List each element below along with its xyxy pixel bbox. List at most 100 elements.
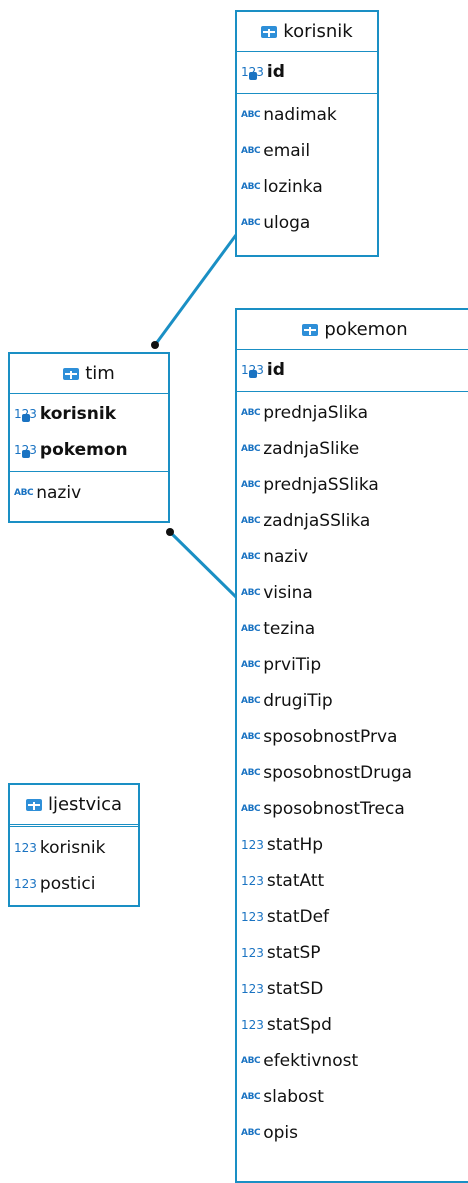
column-row[interactable]: ABC uloga (237, 205, 377, 241)
column-name: nadimak (263, 105, 337, 125)
key-number-type-icon: 123 (241, 363, 264, 378)
column-row[interactable]: ABC tezina (237, 611, 468, 647)
column-row[interactable]: 123 statAtt (237, 863, 468, 899)
column-name: statSpd (266, 1015, 332, 1035)
column-name: opis (263, 1123, 299, 1143)
columns-section: 123 korisnik 123 postici (10, 827, 138, 902)
column-row[interactable]: 123 statDef (237, 899, 468, 935)
column-row[interactable]: ABC naziv (237, 539, 468, 575)
column-name: email (263, 141, 311, 161)
column-row[interactable]: ABC visina (237, 575, 468, 611)
text-type-icon: ABC (241, 516, 261, 526)
number-type-icon: 123 (241, 946, 264, 960)
column-name: statDef (266, 907, 330, 927)
column-row[interactable]: 123 statSpd (237, 1007, 468, 1043)
column-row[interactable]: ABC slabost (237, 1079, 468, 1115)
entity-header[interactable]: ljestvica (10, 785, 138, 827)
column-row[interactable]: ABC prednjaSlika (237, 395, 468, 431)
column-name: postici (39, 874, 96, 894)
column-row[interactable]: ABC prviTip (237, 647, 468, 683)
text-type-icon: ABC (241, 218, 261, 228)
relationship-end-dot (151, 341, 159, 349)
column-name: lozinka (263, 177, 323, 197)
column-name: prednjaSSlika (263, 475, 379, 495)
entity-pokemon[interactable]: pokemon123idABCprednjaSlikaABCzadnjaSlik… (235, 308, 468, 1183)
text-type-icon: ABC (241, 660, 261, 670)
column-row[interactable]: ABC sposobnostDruga (237, 755, 468, 791)
text-type-icon: ABC (241, 1056, 261, 1066)
column-name: korisnik (39, 838, 106, 858)
key-columns-section: 123korisnik123pokemon (10, 394, 168, 472)
column-name: sposobnostTreca (263, 799, 405, 819)
number-type-icon: 123 (241, 982, 264, 996)
column-name: slabost (263, 1087, 324, 1107)
text-type-icon: ABC (241, 732, 261, 742)
column-name: statAtt (266, 871, 325, 891)
entity-header[interactable]: korisnik (237, 12, 377, 52)
text-type-icon: ABC (241, 588, 261, 598)
column-row[interactable]: ABC zadnjaSlike (237, 431, 468, 467)
key-column-row[interactable]: 123pokemon (10, 432, 168, 468)
key-columns-section: 123id (237, 350, 468, 392)
entity-ljestvica[interactable]: ljestvica 123 korisnik 123 postici (8, 783, 140, 907)
column-row[interactable]: ABC sposobnostTreca (237, 791, 468, 827)
column-row[interactable]: ABC lozinka (237, 169, 377, 205)
entity-header[interactable]: pokemon (237, 310, 468, 350)
text-type-icon: ABC (241, 768, 261, 778)
text-type-icon: ABC (14, 488, 34, 498)
table-icon (63, 367, 80, 380)
column-row[interactable]: 123 postici (10, 866, 138, 902)
column-row[interactable]: 123 statSP (237, 935, 468, 971)
column-row[interactable]: ABC naziv (10, 475, 168, 511)
column-row[interactable]: 123 statHp (237, 827, 468, 863)
column-row[interactable]: 123 statSD (237, 971, 468, 1007)
column-name: drugiTip (263, 691, 333, 711)
column-row[interactable]: ABC prednjaSSlika (237, 467, 468, 503)
column-row[interactable]: ABC nadimak (237, 97, 377, 133)
entity-title: korisnik (283, 21, 353, 42)
text-type-icon: ABC (241, 1092, 261, 1102)
column-name: naziv (36, 483, 82, 503)
entity-korisnik[interactable]: korisnik123idABCnadimakABCemailABClozink… (235, 10, 379, 257)
text-type-icon: ABC (241, 408, 261, 418)
text-type-icon: ABC (241, 624, 261, 634)
text-type-icon: ABC (241, 552, 261, 562)
column-row[interactable]: ABC zadnjaSSlika (237, 503, 468, 539)
column-name: sposobnostPrva (263, 727, 398, 747)
columns-section: ABC prednjaSlika ABC zadnjaSlike ABC prednjaS… (237, 392, 468, 1151)
text-type-icon: ABC (241, 696, 261, 706)
column-name: prviTip (263, 655, 322, 675)
key-number-type-icon: 123 (241, 65, 264, 80)
column-row[interactable]: ABC email (237, 133, 377, 169)
number-type-icon: 123 (241, 838, 264, 852)
column-name: efektivnost (263, 1051, 359, 1071)
column-name: id (266, 62, 285, 82)
column-name: statSD (266, 979, 324, 999)
column-row[interactable]: ABC drugiTip (237, 683, 468, 719)
text-type-icon: ABC (241, 182, 261, 192)
number-type-icon: 123 (241, 874, 264, 888)
column-row[interactable]: ABC efektivnost (237, 1043, 468, 1079)
entity-title: pokemon (324, 319, 408, 340)
relationship-end-dot (166, 528, 174, 536)
column-name: uloga (263, 213, 311, 233)
column-row[interactable]: ABC sposobnostPrva (237, 719, 468, 755)
key-column-row[interactable]: 123id (237, 54, 377, 90)
entity-tim[interactable]: tim123korisnik123pokemonABCnaziv (8, 352, 170, 523)
column-name: sposobnostDruga (263, 763, 413, 783)
column-row[interactable]: 123 korisnik (10, 830, 138, 866)
column-name: naziv (263, 547, 309, 567)
column-name: statHp (266, 835, 324, 855)
entity-header[interactable]: tim (10, 354, 168, 394)
number-type-icon: 123 (241, 1018, 264, 1032)
key-columns-section: 123id (237, 52, 377, 94)
column-row[interactable]: ABC opis (237, 1115, 468, 1151)
column-name: visina (263, 583, 313, 603)
column-name: korisnik (39, 404, 116, 424)
table-icon (261, 25, 278, 38)
key-column-row[interactable]: 123id (237, 352, 468, 388)
key-column-row[interactable]: 123korisnik (10, 396, 168, 432)
text-type-icon: ABC (241, 146, 261, 156)
relationship-tim-korisnik (153, 234, 238, 346)
column-name: id (266, 360, 285, 380)
